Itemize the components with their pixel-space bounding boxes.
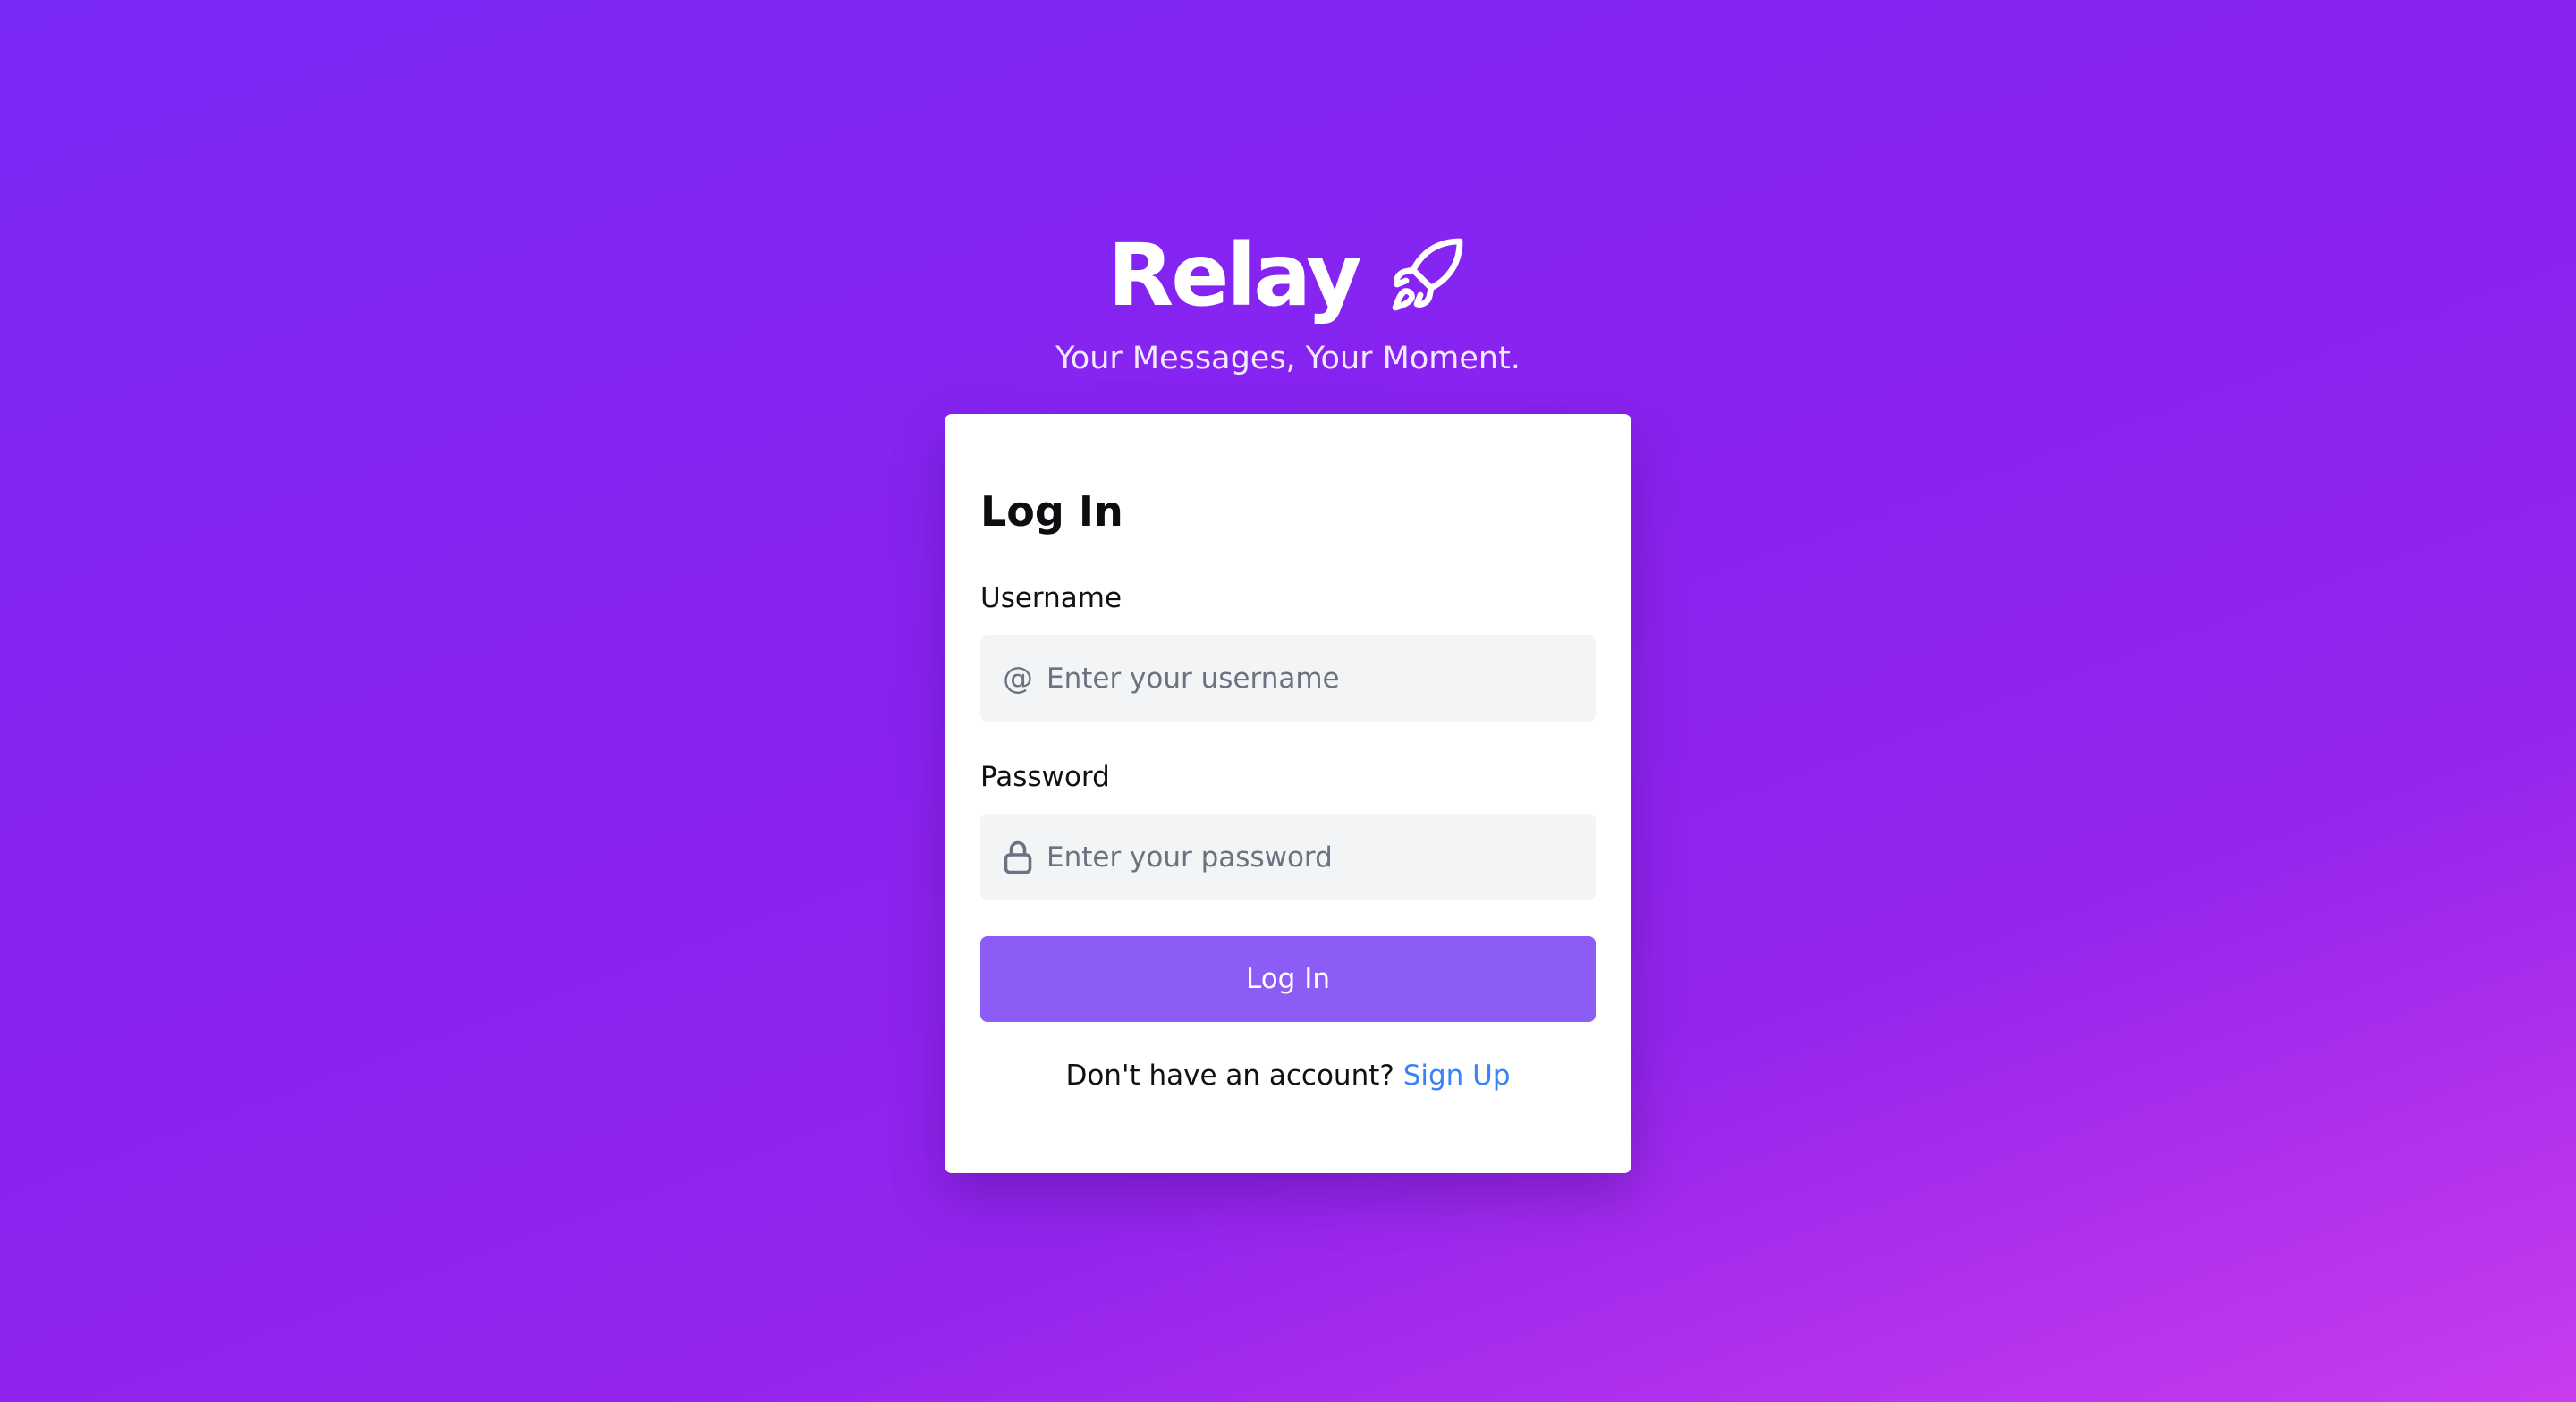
username-input[interactable] <box>1046 635 1596 722</box>
signup-prompt: Don't have an account? <box>1065 1060 1403 1092</box>
at-icon: @ <box>1003 660 1033 697</box>
password-label: Password <box>980 761 1110 793</box>
login-button[interactable]: Log In <box>980 936 1596 1022</box>
signup-row: Don't have an account? Sign Up <box>945 1060 1631 1092</box>
brand-header: Relay Your Messages, Your Moment. <box>0 222 2576 377</box>
password-field[interactable] <box>980 814 1596 900</box>
username-label: Username <box>980 582 1123 614</box>
lock-icon <box>1002 840 1034 875</box>
tagline: Your Messages, Your Moment. <box>1055 341 1521 376</box>
login-card: Log In Username @ Password Log In Don't … <box>945 414 1631 1173</box>
password-input[interactable] <box>1046 814 1596 900</box>
username-field[interactable]: @ <box>980 635 1596 722</box>
app-name: Relay <box>1107 225 1361 325</box>
card-title: Log In <box>980 487 1123 536</box>
signup-link[interactable]: Sign Up <box>1403 1060 1511 1092</box>
brand-title: Relay <box>1107 222 1468 329</box>
rocket-icon <box>1383 232 1469 318</box>
